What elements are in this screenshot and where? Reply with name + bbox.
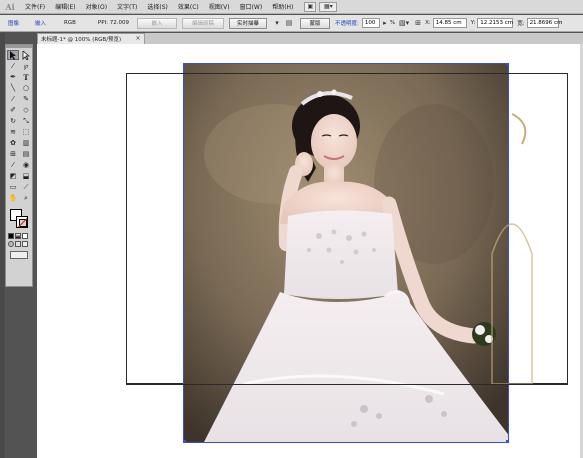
canvas[interactable] [37,44,583,458]
draw-normal-icon[interactable] [8,241,14,247]
opacity-input[interactable]: 100 [361,18,380,28]
mask-button[interactable]: 蒙版 [300,17,330,29]
document-tab-bar: 未标题-1* @ 100% (RGB/预览) × [37,33,583,44]
none-icon[interactable] [22,233,28,239]
selection-handle-bl[interactable] [183,440,186,443]
selection-handle-br[interactable] [506,440,509,443]
menu-help[interactable]: 帮助(H) [267,2,298,11]
menu-file[interactable]: 文件(F) [20,2,50,11]
blend-icon[interactable]: ◉ [20,160,32,170]
x-input[interactable]: 14.85 cm [432,18,467,28]
live-trace-button[interactable]: 实时描摹 [229,17,267,29]
selection-handle-tr[interactable] [506,63,509,66]
artboard-bottom-edge [126,384,568,385]
document-tab-title: 未标题-1* @ 100% (RGB/预览) [41,37,122,43]
menu-object[interactable]: 对象(O) [81,2,112,11]
live-paint-bucket-icon[interactable]: ◩ [7,171,19,181]
fill-stroke-swatches [7,207,31,231]
mesh-icon[interactable]: ⊞ [7,149,19,159]
placed-image[interactable] [183,63,509,443]
slice-icon[interactable]: ⟋ [20,182,32,192]
menu-type[interactable]: 文字(T) [112,2,142,11]
draw-inside-icon[interactable] [22,241,28,247]
live-paint-selection-icon[interactable]: ⬓ [20,171,32,181]
artboard-icon[interactable]: ▭ [7,182,19,192]
eraser-icon[interactable]: ◇ [20,105,32,115]
document-tab[interactable]: 未标题-1* @ 100% (RGB/预览) [37,33,145,44]
opacity-dropdown-icon[interactable]: ▸ [382,18,388,28]
rotate-icon[interactable]: ↻ [7,116,19,126]
w-input[interactable]: 21.8696 cm [526,18,562,28]
x-label: X: [425,20,431,26]
line-segment-icon[interactable]: ╲ [7,83,19,93]
artboard-top-edge [126,73,568,74]
tools-panel: ⁄ ℘ ✒ T ╲ ○ ⁄ ✎ ✐ ◇ ↻ ⤡ ≋ ⬚ ✿ ▥ ⊞ ▤ ⁄ ◉ … [5,44,33,287]
arrange-documents-icon[interactable]: ▦▾ [319,1,338,12]
embed-link[interactable]: 嵌入 [35,19,46,27]
draw-behind-icon[interactable] [15,241,21,247]
menu-view[interactable]: 视图(V) [204,2,235,11]
menu-select[interactable]: 选择(S) [142,2,173,11]
stroke-swatch[interactable] [16,216,28,228]
hand-icon[interactable]: ✋ [7,193,19,203]
menu-effect[interactable]: 效果(C) [173,2,204,11]
w-label: 宽: [517,21,525,27]
type-icon[interactable]: T [20,72,32,82]
pencil-icon[interactable]: ✎ [20,94,32,104]
embed-button[interactable]: 嵌入 [137,17,177,29]
pen-icon[interactable]: ✒ [7,72,19,82]
trace-presets-icon[interactable]: ▤ [284,18,294,28]
ppi-value: PPI: 72.009 [97,20,129,26]
layout-icon[interactable]: ▣ [304,1,317,12]
warp-icon[interactable]: ≋ [7,127,19,137]
menu-edit[interactable]: 编辑(E) [50,2,80,11]
menu-bar: Ai 文件(F) 编辑(E) 对象(O) 文字(T) 选择(S) 效果(C) 视… [0,0,583,14]
gradient-icon[interactable]: ▤ [20,149,32,159]
blob-brush-icon[interactable]: ✐ [7,105,19,115]
lasso-icon[interactable]: ℘ [20,61,32,71]
color-mode-row [6,233,32,239]
color-icon[interactable] [8,233,14,239]
scale-icon[interactable]: ⤡ [20,116,32,126]
y-input[interactable]: 12.2153 cm [477,18,514,28]
selection-icon[interactable] [7,50,19,60]
free-transform-icon[interactable]: ⬚ [20,127,32,137]
symbol-sprayer-icon[interactable]: ✿ [7,138,19,148]
color-mode: RGB [64,20,76,26]
control-bar: 图像 嵌入 RGB PPI: 72.009 嵌入 编辑原稿 实时描摹 ▾ ▤ 蒙… [0,15,583,32]
wedding-photo [184,64,508,442]
gradient-swatch-icon[interactable] [15,233,21,239]
menu-window[interactable]: 窗口(W) [235,2,268,11]
draw-mode-row [6,241,32,247]
app-logo: Ai [5,1,15,12]
image-label[interactable]: 图像 [8,19,19,27]
opacity-unit: % [389,20,396,26]
close-icon[interactable]: × [134,34,142,42]
tool-grid: ⁄ ℘ ✒ T ╲ ○ ⁄ ✎ ✐ ◇ ↻ ⤡ ≋ ⬚ ✿ ▥ ⊞ ▤ ⁄ ◉ … [6,48,32,205]
opacity-label[interactable]: 不透明度: [335,19,359,27]
eyedropper-icon[interactable]: ⁄ [7,160,19,170]
screen-mode-icon[interactable] [10,251,28,259]
y-label: Y: [470,20,476,26]
column-graph-icon[interactable]: ▥ [20,138,32,148]
magic-wand-icon[interactable]: ⁄ [7,61,19,71]
direct-selection-icon[interactable] [20,50,32,60]
zoom-icon[interactable]: ⌕ [20,193,32,203]
trace-options-icon[interactable]: ▾ [272,18,282,28]
reference-point-icon[interactable]: ⊞ [413,18,423,28]
selection-handle-tl[interactable] [183,63,186,66]
edit-original-button[interactable]: 编辑原稿 [182,17,224,29]
align-icon[interactable]: ▧▾ [399,18,409,28]
ellipse-icon[interactable]: ○ [20,83,32,93]
paintbrush-icon[interactable]: ⁄ [7,94,19,104]
decor-birdcage [491,113,533,385]
